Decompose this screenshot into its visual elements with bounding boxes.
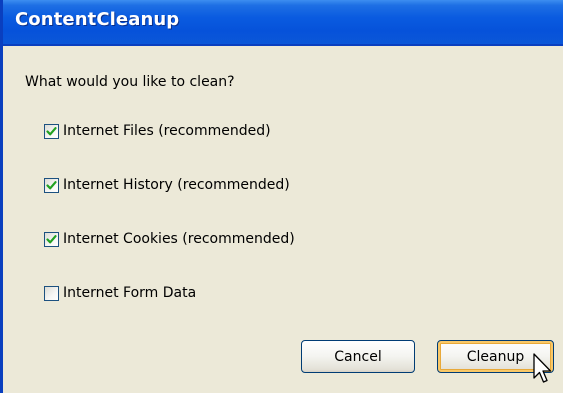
option-label: Internet History (recommended) [63, 177, 290, 193]
checkbox-internet-cookies[interactable] [44, 231, 59, 247]
option-internet-cookies[interactable]: Internet Cookies (recommended) [44, 229, 295, 249]
check-icon [46, 180, 57, 189]
cancel-button[interactable]: Cancel [301, 340, 415, 373]
check-icon [46, 126, 57, 135]
option-internet-form-data[interactable]: Internet Form Data [44, 283, 196, 303]
option-internet-files[interactable]: Internet Files (recommended) [44, 121, 271, 141]
checkbox-internet-form-data[interactable] [44, 285, 59, 301]
option-label: Internet Form Data [63, 285, 197, 301]
clean-prompt: What would you like to clean? [25, 74, 235, 90]
option-internet-history[interactable]: Internet History (recommended) [44, 175, 290, 195]
option-label: Internet Files (recommended) [63, 123, 271, 139]
checkbox-internet-history[interactable] [44, 177, 59, 193]
mouse-pointer-icon [533, 353, 552, 383]
dialog-window: ContentCleanup What would you like to cl… [0, 0, 563, 393]
check-icon [46, 234, 57, 243]
option-label: Internet Cookies (recommended) [63, 231, 295, 247]
title-bar[interactable]: ContentCleanup [3, 0, 563, 46]
window-title: ContentCleanup [15, 9, 180, 30]
checkbox-internet-files[interactable] [44, 123, 59, 139]
